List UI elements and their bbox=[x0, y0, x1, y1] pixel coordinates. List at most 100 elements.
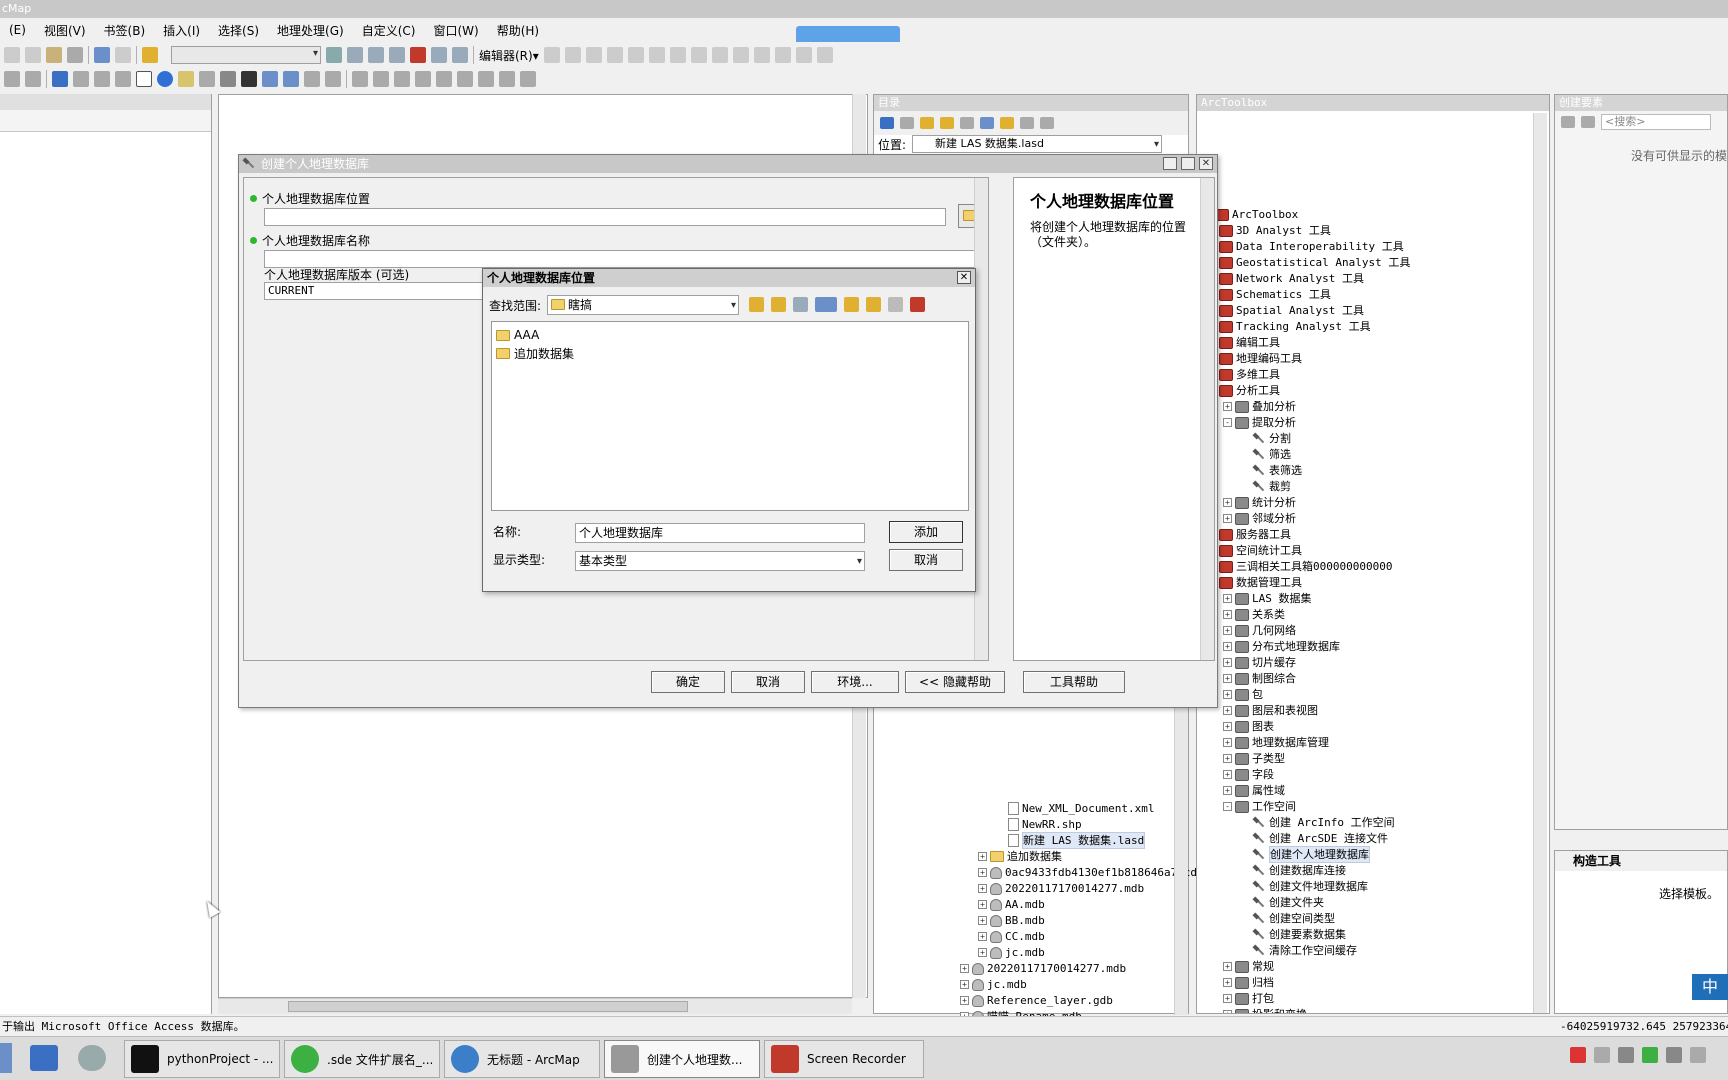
go-back-icon[interactable] bbox=[52, 71, 68, 87]
file-list-item[interactable]: AAA bbox=[496, 328, 539, 342]
taskbar-item-screen-recorder[interactable]: Screen Recorder bbox=[764, 1040, 924, 1078]
tree-item[interactable]: 裁剪 bbox=[1241, 479, 1291, 494]
fixed-zoom-out-icon[interactable] bbox=[25, 71, 41, 87]
tree-item[interactable]: 创建空间类型 bbox=[1241, 911, 1335, 926]
fix-topology-icon[interactable] bbox=[415, 71, 431, 87]
tree-item[interactable]: + BB.mdb bbox=[978, 913, 1045, 928]
tree-item[interactable]: 分割 bbox=[1241, 431, 1291, 446]
volume-icon[interactable] bbox=[1690, 1047, 1706, 1063]
delete-icon[interactable] bbox=[67, 47, 83, 63]
select-elements-icon[interactable] bbox=[136, 71, 152, 87]
tree-item[interactable]: - 工作空间 bbox=[1223, 799, 1296, 814]
tree-item[interactable]: + 关系类 bbox=[1223, 607, 1285, 622]
expand-icon[interactable]: + bbox=[978, 916, 987, 925]
template-properties-icon[interactable] bbox=[1581, 116, 1595, 128]
help-scrollbar[interactable] bbox=[1200, 178, 1214, 660]
add-button[interactable]: 添加 bbox=[889, 521, 963, 543]
planarize-icon[interactable] bbox=[478, 71, 494, 87]
expand-icon[interactable]: + bbox=[1223, 514, 1232, 523]
display-icon[interactable] bbox=[1666, 1047, 1682, 1063]
expand-icon[interactable]: + bbox=[1223, 610, 1232, 619]
start-button[interactable] bbox=[0, 1043, 12, 1073]
menu-customize[interactable]: 自定义(C) bbox=[353, 22, 425, 39]
expand-icon[interactable]: + bbox=[960, 996, 969, 1005]
maximize-icon[interactable] bbox=[1181, 157, 1195, 170]
new-database-icon[interactable] bbox=[888, 297, 903, 312]
tree-item[interactable]: + 叠加分析 bbox=[1223, 399, 1296, 414]
split-icon[interactable] bbox=[732, 47, 749, 63]
redo-icon[interactable] bbox=[115, 47, 131, 63]
table-of-contents-icon[interactable] bbox=[347, 47, 363, 63]
minimize-icon[interactable] bbox=[1163, 157, 1177, 170]
construct-features-icon[interactable] bbox=[457, 71, 473, 87]
reshape-icon[interactable] bbox=[690, 47, 707, 63]
up-one-level-icon[interactable] bbox=[749, 297, 764, 312]
validate-topology-icon[interactable] bbox=[394, 71, 410, 87]
time-slider-icon[interactable] bbox=[304, 71, 320, 87]
tree-item[interactable]: New_XML_Document.xml bbox=[996, 801, 1154, 816]
create-features-icon[interactable] bbox=[816, 47, 833, 63]
tree-item[interactable]: + LAS 数据集 bbox=[1223, 591, 1312, 606]
tree-item[interactable]: 创建要素数据集 bbox=[1241, 927, 1346, 942]
ok-button[interactable]: 确定 bbox=[651, 671, 725, 693]
menu-edit[interactable]: (E) bbox=[0, 23, 35, 37]
undo-icon[interactable] bbox=[94, 47, 110, 63]
expand-icon[interactable]: + bbox=[1223, 962, 1232, 971]
tree-item[interactable]: + 邻域分析 bbox=[1223, 511, 1296, 526]
organize-templates-icon[interactable] bbox=[1561, 116, 1575, 128]
new-folder-icon[interactable] bbox=[844, 297, 859, 312]
tree-item[interactable]: + 常规 bbox=[1223, 959, 1274, 974]
clear-selection-icon[interactable] bbox=[115, 71, 131, 87]
expand-icon[interactable]: + bbox=[978, 900, 987, 909]
parameters-scrollbar[interactable] bbox=[974, 178, 988, 660]
expand-icon[interactable]: + bbox=[1223, 674, 1232, 683]
tree-item[interactable]: + 地理数据库管理 bbox=[1223, 735, 1329, 750]
tree-item[interactable]: +地理编码工具 bbox=[1207, 351, 1302, 366]
tool-help-button[interactable]: 工具帮助 bbox=[1023, 671, 1125, 693]
action-center-flag-icon[interactable] bbox=[1618, 1047, 1634, 1063]
select-features-icon[interactable] bbox=[94, 71, 110, 87]
expand-icon[interactable]: + bbox=[1223, 642, 1232, 651]
tree-item[interactable]: +Data Interoperability 工具 bbox=[1207, 239, 1404, 254]
environments-button[interactable]: 环境... bbox=[811, 671, 899, 693]
topology-icon[interactable] bbox=[352, 71, 368, 87]
tree-item[interactable]: 创建 ArcInfo 工作空间 bbox=[1241, 815, 1395, 830]
menu-windows[interactable]: 窗口(W) bbox=[424, 22, 487, 39]
expand-icon[interactable]: + bbox=[1223, 994, 1232, 1003]
find-icon[interactable] bbox=[241, 71, 257, 87]
arctoolbox-icon[interactable] bbox=[910, 297, 925, 312]
attributes-icon[interactable] bbox=[774, 47, 791, 63]
menu-selection[interactable]: 选择(S) bbox=[209, 22, 268, 39]
taskbar-item-create-pgdb[interactable]: 创建个人地理数... bbox=[604, 1040, 760, 1078]
expand-icon[interactable]: + bbox=[1223, 1010, 1232, 1013]
tree-item[interactable]: +Geostatistical Analyst 工具 bbox=[1207, 255, 1410, 270]
create-viewer-window-icon[interactable] bbox=[325, 71, 341, 87]
tree-item[interactable]: + 属性域 bbox=[1223, 783, 1285, 798]
tree-item[interactable]: +Schematics 工具 bbox=[1207, 287, 1331, 302]
tree-item[interactable]: 清除工作空间缓存 bbox=[1241, 943, 1357, 958]
tree-item[interactable]: + AA.mdb bbox=[978, 897, 1045, 912]
expand-icon[interactable]: + bbox=[1223, 738, 1232, 747]
cut-polygons-icon[interactable] bbox=[711, 47, 728, 63]
measure-icon[interactable] bbox=[220, 71, 236, 87]
cut-icon[interactable] bbox=[4, 47, 20, 63]
map-horizontal-scrollbar[interactable] bbox=[218, 998, 852, 1014]
tree-item[interactable]: +3D Analyst 工具 bbox=[1207, 223, 1331, 238]
ime-indicator[interactable]: 中 bbox=[1692, 974, 1728, 1000]
name-input[interactable]: 个人地理数据库 bbox=[575, 523, 865, 543]
tree-item[interactable]: 创建文件夹 bbox=[1241, 895, 1324, 910]
tree-item[interactable]: + 字段 bbox=[1223, 767, 1274, 782]
expand-icon[interactable]: + bbox=[1223, 786, 1232, 795]
tree-item[interactable]: +20220117170014277.mdb bbox=[960, 961, 1126, 976]
template-search-field[interactable]: <搜索> bbox=[1601, 114, 1711, 130]
straight-segment-icon[interactable] bbox=[585, 47, 602, 63]
tree-item[interactable]: + 追加数据集 bbox=[978, 849, 1062, 864]
catalog-window-icon[interactable] bbox=[368, 47, 384, 63]
param-location-input[interactable] bbox=[264, 208, 946, 226]
tree-item[interactable]: + Reference_layer.gdb bbox=[960, 993, 1113, 1008]
browse-close-icon[interactable]: ✕ bbox=[957, 271, 971, 284]
menu-bookmarks[interactable]: 书签(B) bbox=[95, 22, 155, 39]
tree-item[interactable]: +Network Analyst 工具 bbox=[1207, 271, 1364, 286]
html-popup-icon[interactable] bbox=[199, 71, 215, 87]
add-data-icon[interactable] bbox=[142, 47, 158, 63]
